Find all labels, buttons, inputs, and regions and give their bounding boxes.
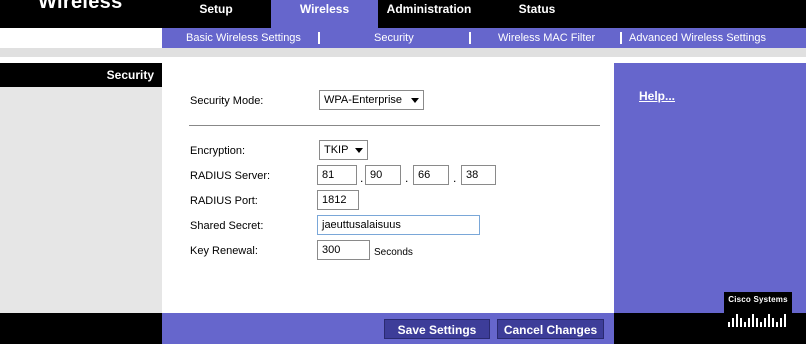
key-renewal-label: Key Renewal: [190, 245, 258, 257]
ip-dot: . [360, 171, 364, 185]
security-mode-select[interactable]: WPA-Enterprise [319, 90, 424, 110]
router-config-page: Wireless Setup Wireless Administration S… [0, 0, 806, 344]
key-renewal-input[interactable]: 300 [317, 240, 370, 260]
subnav-basic-wireless-settings[interactable]: Basic Wireless Settings [186, 28, 301, 48]
tab-administration[interactable]: Administration [378, 0, 480, 28]
radius-port-input[interactable]: 1812 [317, 190, 359, 210]
ip-dot: . [405, 171, 409, 185]
encryption-value: TKIP [324, 144, 349, 156]
sidebar-section-label: Security [106, 68, 154, 82]
subnav-separator [469, 32, 471, 44]
left-sidebar [0, 63, 162, 313]
shared-secret-input[interactable]: jaeuttusalaisuus [317, 215, 480, 235]
tab-status[interactable]: Status [480, 0, 594, 28]
radius-server-octet-1[interactable]: 81 [317, 165, 357, 185]
save-settings-button[interactable]: Save Settings [384, 319, 490, 339]
encryption-select[interactable]: TKIP [319, 140, 368, 160]
divider-row [0, 48, 806, 57]
subnav-advanced-wireless-settings[interactable]: Advanced Wireless Settings [629, 28, 766, 48]
shared-secret-label: Shared Secret: [190, 220, 264, 232]
subnav-security[interactable]: Security [374, 28, 414, 48]
key-renewal-unit: Seconds [374, 247, 413, 258]
cisco-bridge-icon [728, 314, 786, 327]
chevron-down-icon [355, 148, 363, 153]
tab-setup[interactable]: Setup [162, 0, 270, 28]
encryption-label: Encryption: [190, 145, 246, 157]
form-divider [189, 125, 600, 126]
section-title: Wireless [38, 0, 123, 13]
chevron-down-icon [411, 98, 419, 103]
subnav-separator [620, 32, 622, 44]
subnav-wireless-mac-filter[interactable]: Wireless MAC Filter [498, 28, 595, 48]
radius-server-octet-4[interactable]: 38 [461, 165, 496, 185]
subnav-separator [318, 32, 320, 44]
security-mode-label: Security Mode: [190, 95, 264, 107]
cisco-logo: Cisco Systems [724, 292, 792, 330]
radius-server-octet-2[interactable]: 90 [365, 165, 401, 185]
security-mode-value: WPA-Enterprise [324, 94, 403, 106]
tab-wireless[interactable]: Wireless [271, 0, 378, 28]
radius-port-label: RADIUS Port: [190, 195, 258, 207]
radius-server-octet-3[interactable]: 66 [413, 165, 449, 185]
cancel-changes-button[interactable]: Cancel Changes [497, 319, 604, 339]
radius-server-label: RADIUS Server: [190, 170, 271, 182]
ip-dot: . [453, 171, 457, 185]
help-link[interactable]: Help... [639, 89, 675, 103]
